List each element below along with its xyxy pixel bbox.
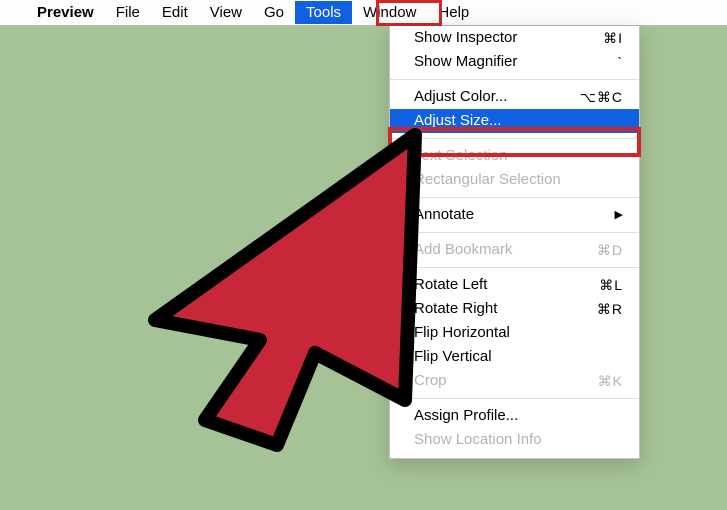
dropdown-separator	[390, 79, 639, 80]
menubar-item-view[interactable]: View	[199, 1, 253, 24]
dropdown-item-label: Rectangular Selection	[414, 170, 623, 190]
dropdown-item-label: Show Inspector	[414, 28, 573, 48]
dropdown-item-show-inspector[interactable]: Show Inspector⌘I	[390, 26, 639, 50]
dropdown-separator	[390, 197, 639, 198]
dropdown-item-rectangular-selection: Rectangular Selection	[390, 168, 639, 192]
dropdown-item-shortcut: ⌘K	[573, 371, 623, 391]
dropdown-item-label: Add Bookmark	[414, 240, 573, 260]
dropdown-item-label: Show Location Info	[414, 430, 623, 450]
dropdown-item-label: Rotate Right	[414, 299, 573, 319]
dropdown-item-label: Flip Horizontal	[414, 323, 623, 343]
submenu-arrow-icon: ▶	[615, 205, 623, 225]
dropdown-item-shortcut: ⌘I	[573, 28, 623, 48]
dropdown-item-crop: Crop⌘K	[390, 369, 639, 393]
menubar-app-name[interactable]: Preview	[26, 1, 105, 24]
dropdown-separator	[390, 267, 639, 268]
dropdown-item-flip-vertical[interactable]: Flip Vertical	[390, 345, 639, 369]
dropdown-item-label: Show Magnifier	[414, 52, 573, 72]
dropdown-item-text-selection: Text Selection	[390, 144, 639, 168]
menubar-item-help[interactable]: Help	[427, 1, 480, 24]
dropdown-item-rotate-left[interactable]: Rotate Left⌘L	[390, 273, 639, 297]
dropdown-item-adjust-size[interactable]: Adjust Size...	[390, 109, 639, 133]
dropdown-item-show-magnifier[interactable]: Show Magnifier`	[390, 50, 639, 74]
menubar: Preview File Edit View Go Tools Window H…	[0, 0, 727, 26]
menubar-item-go[interactable]: Go	[253, 1, 295, 24]
dropdown-separator	[390, 138, 639, 139]
menubar-item-window[interactable]: Window	[352, 1, 427, 24]
dropdown-item-shortcut: ⌘L	[573, 275, 623, 295]
dropdown-separator	[390, 398, 639, 399]
dropdown-item-add-bookmark: Add Bookmark⌘D	[390, 238, 639, 262]
dropdown-item-label: Annotate	[414, 205, 615, 225]
tools-dropdown: Show Inspector⌘IShow Magnifier`Adjust Co…	[389, 26, 640, 459]
dropdown-item-shortcut: `	[573, 52, 623, 72]
menubar-item-file[interactable]: File	[105, 1, 151, 24]
dropdown-item-label: Adjust Size...	[414, 111, 623, 131]
dropdown-item-shortcut: ⌘D	[573, 240, 623, 260]
dropdown-item-flip-horizontal[interactable]: Flip Horizontal	[390, 321, 639, 345]
dropdown-item-rotate-right[interactable]: Rotate Right⌘R	[390, 297, 639, 321]
menubar-item-edit[interactable]: Edit	[151, 1, 199, 24]
dropdown-item-label: Rotate Left	[414, 275, 573, 295]
dropdown-item-label: Assign Profile...	[414, 406, 623, 426]
dropdown-separator	[390, 232, 639, 233]
dropdown-item-label: Crop	[414, 371, 573, 391]
dropdown-item-shortcut: ⌘R	[573, 299, 623, 319]
dropdown-item-adjust-color[interactable]: Adjust Color...⌥⌘C	[390, 85, 639, 109]
dropdown-item-assign-profile[interactable]: Assign Profile...	[390, 404, 639, 428]
dropdown-item-label: Text Selection	[414, 146, 623, 166]
dropdown-item-show-location-info: Show Location Info	[390, 428, 639, 452]
dropdown-item-annotate[interactable]: Annotate▶	[390, 203, 639, 227]
menubar-item-tools[interactable]: Tools	[295, 1, 352, 24]
dropdown-item-label: Adjust Color...	[414, 87, 573, 107]
dropdown-item-shortcut: ⌥⌘C	[573, 87, 623, 107]
dropdown-item-label: Flip Vertical	[414, 347, 623, 367]
